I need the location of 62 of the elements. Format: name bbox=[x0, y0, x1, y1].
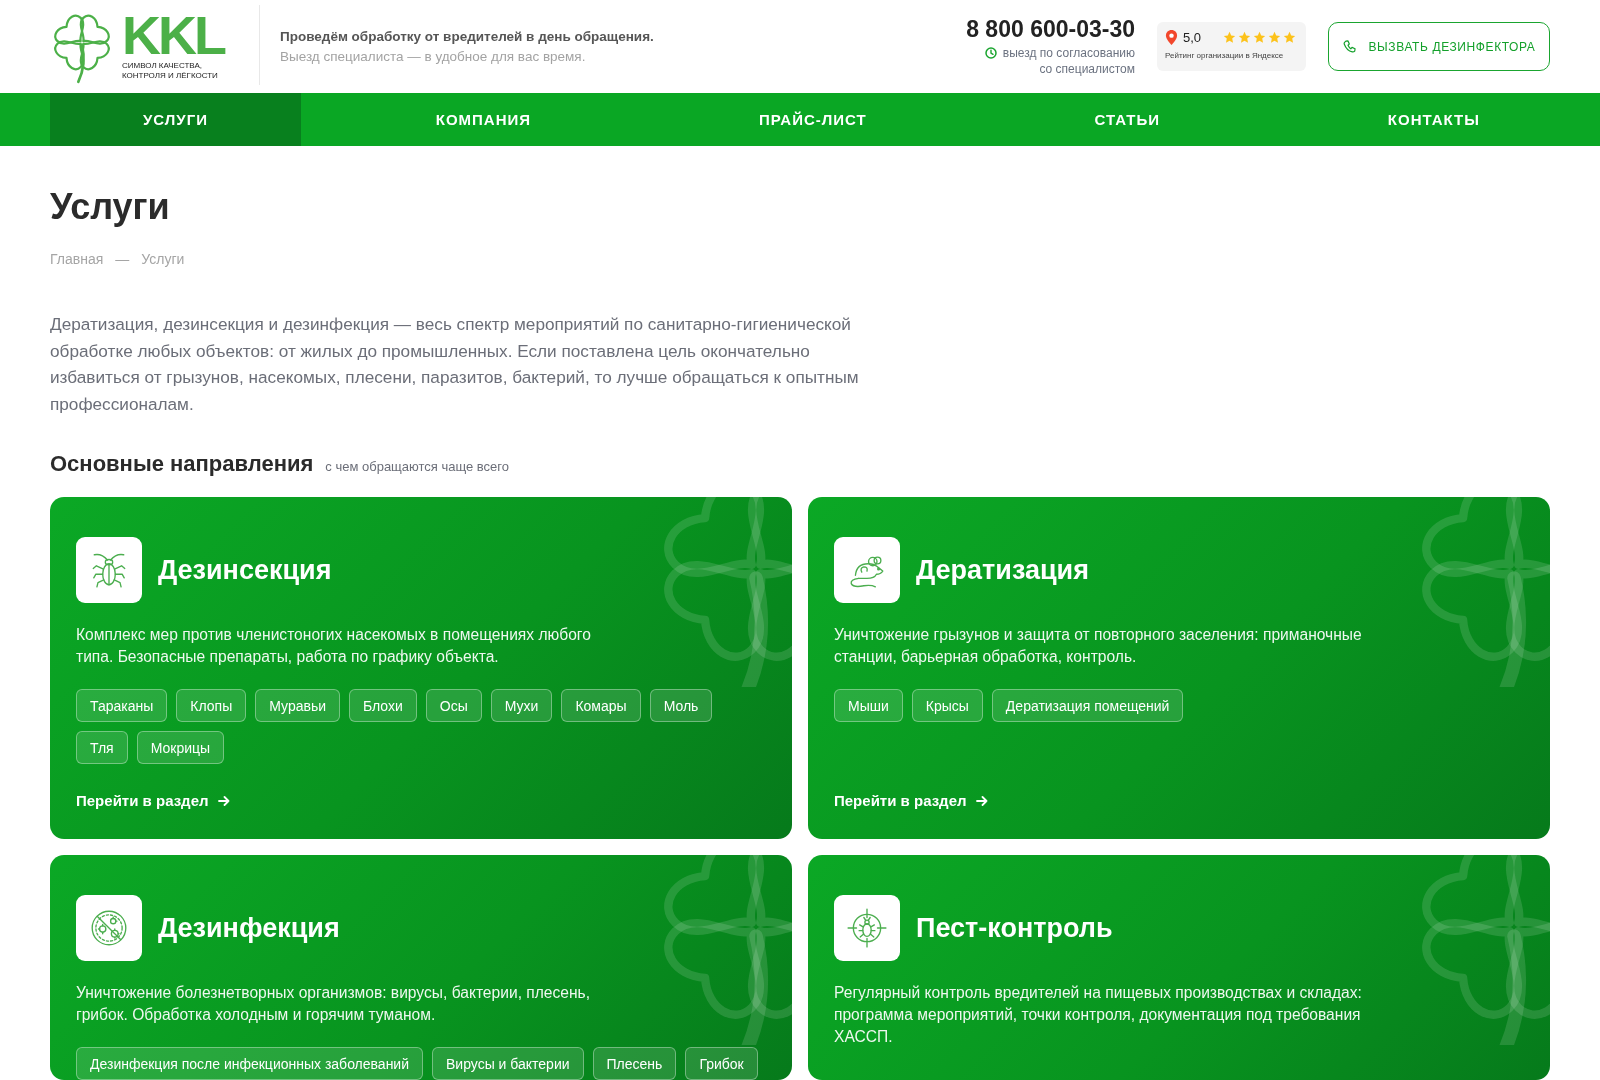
phone-icon bbox=[1342, 40, 1356, 53]
rating-caption: Рейтинг организации в Яндексе bbox=[1165, 51, 1285, 60]
section-link[interactable]: Перейти в раздел bbox=[834, 792, 988, 809]
category-tag[interactable]: Мыши bbox=[834, 689, 903, 722]
logo-text: KKL bbox=[122, 12, 224, 58]
category-tag[interactable]: Моль bbox=[649, 689, 713, 722]
nav-tab[interactable]: ПРАЙС-ЛИСТ bbox=[665, 93, 960, 146]
star-icon bbox=[1268, 31, 1281, 44]
nav-tab[interactable]: УСЛУГИ bbox=[50, 93, 301, 146]
star-icon bbox=[1223, 31, 1236, 44]
category-tag[interactable]: Вирусы и бактерии bbox=[432, 1047, 584, 1080]
breadcrumb-current: Услуги bbox=[141, 250, 185, 268]
schedule-note: выезд по согласованию со специалистом bbox=[1002, 45, 1135, 77]
breadcrumb-link[interactable]: Главная bbox=[50, 250, 104, 268]
nav-tab[interactable]: СТАТЬИ bbox=[1001, 93, 1254, 146]
section-subtitle: с чем обращаются чаще всего bbox=[325, 459, 510, 474]
nav-tab[interactable]: КОМПАНИЯ bbox=[342, 93, 625, 146]
category-tag[interactable]: Грибок bbox=[685, 1047, 758, 1080]
card-description: Уничтожение болезнетворных организмов: вирусы, бактерии, плесень, грибок. Обработка холодным и горячим туманом. bbox=[76, 983, 592, 1025]
card-title: Дезинсекция bbox=[158, 554, 332, 587]
star-icon bbox=[1238, 31, 1251, 44]
bug-target-icon bbox=[834, 895, 900, 961]
beetle-icon bbox=[76, 537, 142, 603]
tagline-title: Проведём обработку от вредителей в день обращения. bbox=[280, 29, 654, 44]
star-icon bbox=[1283, 31, 1296, 44]
crossed-germs-icon bbox=[76, 895, 142, 961]
category-tag[interactable]: Муравьи bbox=[255, 689, 340, 722]
rating-value: 5,0 bbox=[1183, 30, 1202, 45]
category-tag[interactable]: Комары bbox=[561, 689, 641, 722]
card-title: Дезинфекция bbox=[158, 912, 340, 945]
card-description: Уничтожение грызунов и защита от повторного заселения: приманочные станции, барьерная обработка, контроль. bbox=[834, 625, 1363, 667]
tagline-subtitle: Выезд специалиста — в удобное для вас время. bbox=[280, 49, 587, 64]
nav-tab[interactable]: КОНТАКТЫ bbox=[1294, 93, 1550, 146]
card-description: Регулярный контроль вредителей на пищевых производствах и складах: программа мероприятий, точки контроля, документация под требования ХАССП. bbox=[834, 983, 1363, 1047]
star-icon bbox=[1253, 31, 1266, 44]
category-tag[interactable]: Осы bbox=[425, 689, 482, 722]
category-tag[interactable]: Дератизация помещений bbox=[991, 689, 1184, 722]
page-title: Услуги bbox=[50, 185, 171, 229]
phone-number[interactable]: 8 800 600-03-30 bbox=[966, 16, 1135, 42]
category-tag[interactable]: Мухи bbox=[490, 689, 553, 722]
section-title: Основные направления bbox=[50, 450, 314, 478]
category-tag[interactable]: Тля bbox=[76, 731, 128, 764]
arrow-icon bbox=[217, 795, 230, 806]
breadcrumb-separator: — bbox=[115, 250, 130, 268]
map-pin-icon bbox=[1165, 29, 1178, 46]
category-tag[interactable]: Тараканы bbox=[76, 689, 168, 722]
call-exterminator-button[interactable]: ВЫЗВАТЬ ДЕЗИНФЕКТОРА bbox=[1328, 22, 1550, 71]
category-tag[interactable]: Клопы bbox=[176, 689, 247, 722]
clock-icon bbox=[984, 47, 997, 59]
card-description: Комплекс мер против членистоногих насекомых в помещениях любого типа. Безопасные препараты, работа по графику объекта. bbox=[76, 625, 592, 667]
category-tag[interactable]: Плесень bbox=[592, 1047, 677, 1080]
category-tag[interactable]: Дезинфекция после инфекционных заболеваний bbox=[76, 1047, 423, 1080]
category-tag[interactable]: Крысы bbox=[911, 689, 983, 722]
intro-paragraph: Дератизация, дезинсекция и дезинфекция — весь спектр мероприятий по санитарно-гигиенической обработке любых объектов: от жилых до промышленных. Если поставлена цель окончательно избавиться от грызунов, насекомых, плесени, паразитов, бактерий, то лучше обращаться к опытным профессионалам. bbox=[50, 313, 860, 416]
card-title: Дератизация bbox=[916, 554, 1089, 587]
mouse-icon bbox=[834, 537, 900, 603]
section-link[interactable]: Перейти в раздел bbox=[76, 792, 230, 809]
category-tag[interactable]: Блохи bbox=[349, 689, 417, 722]
arrow-icon bbox=[975, 795, 988, 806]
card-title: Пест-контроль bbox=[916, 912, 1113, 945]
logo-slogan: СИМВОЛ КАЧЕСТВА, КОНТРОЛЯ И ЛЁГКОСТИ bbox=[122, 61, 219, 81]
category-tag[interactable]: Мокрицы bbox=[136, 731, 225, 764]
